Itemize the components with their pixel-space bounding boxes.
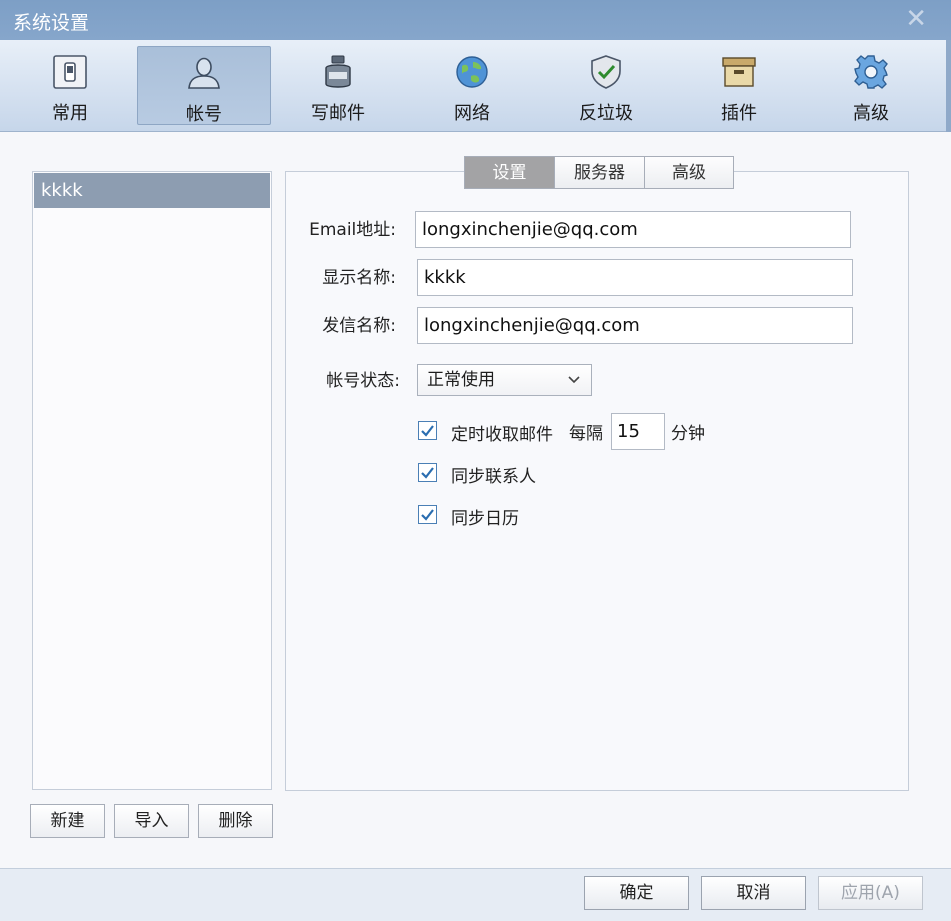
toolbar-item-account[interactable]: 帐号 [137, 46, 271, 125]
switch-icon [53, 55, 87, 89]
tab-advanced[interactable]: 高级 [644, 156, 734, 189]
toolbar-item-compose[interactable]: 写邮件 [271, 46, 405, 125]
import-account-button[interactable]: 导入 [114, 804, 189, 838]
interval-prefix-label: 每隔 [569, 424, 603, 444]
email-field[interactable]: longxinchenjie@qq.com [415, 211, 851, 248]
toolbar-item-network[interactable]: 网络 [405, 46, 539, 125]
delete-account-button[interactable]: 删除 [198, 804, 273, 838]
account-status-value: 正常使用 [427, 370, 495, 390]
checkmark-icon [421, 467, 434, 479]
box-icon [722, 57, 756, 87]
sync-contacts-checkbox[interactable] [418, 463, 437, 482]
schedule-checkbox[interactable] [418, 421, 437, 440]
ok-button[interactable]: 确定 [584, 876, 689, 910]
sync-contacts-label: 同步联系人 [451, 467, 536, 487]
toolbar-item-antispam[interactable]: 反垃圾 [539, 46, 673, 125]
apply-button[interactable]: 应用(A) [818, 876, 923, 910]
close-icon[interactable]: ✕ [905, 5, 927, 33]
toolbar-item-advanced[interactable]: 高级 [804, 46, 938, 125]
sync-calendar-checkbox[interactable] [418, 505, 437, 524]
window-title: 系统设置 [13, 12, 90, 34]
shield-icon [591, 55, 621, 89]
toolbar-label: 帐号 [186, 104, 222, 125]
gear-icon [854, 55, 888, 89]
toolbar-label: 写邮件 [311, 103, 365, 124]
toolbar-label: 高级 [853, 103, 889, 124]
toolbar-label: 常用 [52, 103, 88, 124]
sender-name-label: 发信名称: [322, 316, 396, 336]
display-name-label: 显示名称: [322, 268, 396, 288]
checkmark-icon [421, 509, 434, 521]
dialog-footer [0, 868, 951, 921]
schedule-label: 定时收取邮件 [451, 425, 553, 445]
checkmark-icon [421, 425, 434, 437]
toolbar-item-general[interactable]: 常用 [3, 46, 137, 125]
new-account-button[interactable]: 新建 [30, 804, 105, 838]
title-bar: 系统设置 ✕ [0, 0, 951, 40]
account-list[interactable]: kkkk [32, 171, 272, 790]
tab-server[interactable]: 服务器 [554, 156, 645, 189]
cancel-button[interactable]: 取消 [701, 876, 806, 910]
list-item[interactable]: kkkk [34, 173, 270, 208]
display-name-field[interactable]: kkkk [417, 259, 853, 296]
category-toolbar: 常用 帐号 写邮件 网络 反垃圾 插件 高级 [0, 40, 951, 132]
interval-input[interactable]: 15 [611, 413, 665, 450]
ink-bottle-icon [325, 55, 351, 88]
toolbar-item-plugins[interactable]: 插件 [672, 46, 806, 125]
sender-name-field[interactable]: longxinchenjie@qq.com [417, 307, 853, 344]
email-label: Email地址: [309, 220, 396, 240]
toolbar-label: 插件 [721, 103, 757, 124]
interval-unit-label: 分钟 [671, 424, 705, 444]
account-status-select[interactable]: 正常使用 [417, 364, 592, 396]
sync-calendar-label: 同步日历 [451, 509, 519, 529]
toolbar-label: 网络 [454, 103, 490, 124]
tab-settings[interactable]: 设置 [464, 156, 555, 189]
chevron-down-icon [568, 376, 580, 384]
globe-icon [456, 56, 488, 88]
user-icon [188, 57, 220, 89]
account-status-label: 帐号状态: [326, 371, 400, 391]
toolbar-label: 反垃圾 [579, 103, 633, 124]
